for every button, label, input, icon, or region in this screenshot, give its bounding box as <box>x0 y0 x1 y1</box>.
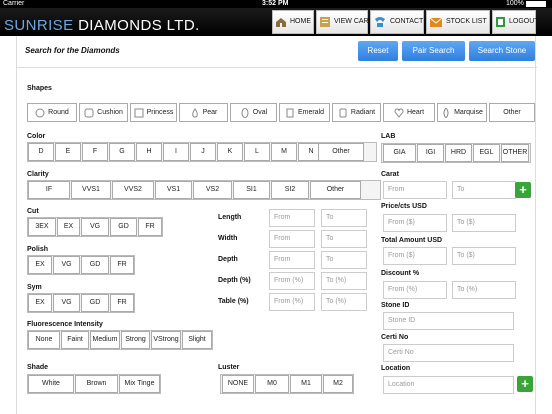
location-input[interactable]: Location <box>383 376 514 394</box>
measure-label-3: Depth (%) <box>218 277 251 284</box>
certi-no-input[interactable]: Certi No <box>383 344 514 362</box>
nav-contact-label: CONTACT <box>390 18 424 25</box>
measure-label-4: Table (%) <box>218 298 249 305</box>
lab-option-0[interactable]: GIA <box>383 144 416 162</box>
total-amount-label: Total Amount USD <box>381 237 443 244</box>
luster-label: Luster <box>218 364 240 371</box>
search-stone-button[interactable]: Search Stone <box>469 41 535 61</box>
lab-options: GIA IGI HRD EGL OTHER <box>17 144 537 162</box>
carat-label: Carat <box>381 171 399 178</box>
brand-name: SUNRISE <box>4 17 74 34</box>
shape-option-9[interactable]: Other <box>489 103 535 122</box>
price-label: Price/cts USD <box>381 203 427 210</box>
shade-label: Shade <box>27 364 49 371</box>
contact-icon <box>375 17 385 27</box>
lab-option-4[interactable]: OTHER <box>501 144 529 162</box>
lab-option-2[interactable]: HRD <box>445 144 472 162</box>
nav-contact[interactable]: CONTACT <box>370 10 424 34</box>
total-from-input[interactable]: From ($) <box>383 247 447 265</box>
battery-icon <box>526 1 546 7</box>
measure-to-input-4[interactable]: To (%) <box>321 293 367 311</box>
measure-label-1: Width <box>218 235 238 242</box>
logout-icon <box>496 17 505 27</box>
search-panel: Search for the Diamonds Reset Pair Searc… <box>16 36 537 414</box>
luster-option-0[interactable]: NONE <box>222 375 254 393</box>
carat-from-input[interactable]: From <box>383 181 447 199</box>
measure-from-input-4[interactable]: From (%) <box>269 293 315 311</box>
nav-view-cart[interactable]: VIEW CART <box>316 10 373 34</box>
measure-to-input-2[interactable]: To <box>321 251 367 269</box>
luster-option-2[interactable]: M1 <box>290 375 322 393</box>
battery-percent: 100% <box>506 0 524 7</box>
total-to-input[interactable]: To ($) <box>452 247 516 265</box>
carrier-label: Carrier <box>3 0 25 7</box>
pair-search-button[interactable]: Pair Search <box>402 41 465 61</box>
discount-from-input[interactable]: From (%) <box>383 281 447 299</box>
measurements-section: Length From To Width From To Depth From To Depth … <box>17 36 377 336</box>
plus-icon: + <box>519 182 527 197</box>
measure-from-input-0[interactable]: From <box>269 209 315 227</box>
clock: 3:52 PM <box>262 0 289 7</box>
measure-to-input-1[interactable]: To <box>321 230 367 248</box>
luster-option-1[interactable]: M0 <box>255 375 289 393</box>
marquise-shape-icon <box>443 107 449 118</box>
measure-from-input-2[interactable]: From <box>269 251 315 269</box>
discount-to-input[interactable]: To (%) <box>452 281 516 299</box>
measure-label-0: Length <box>218 214 242 221</box>
shape-option-label: Heart <box>406 109 425 116</box>
lab-option-1[interactable]: IGI <box>417 144 444 162</box>
nav-home[interactable]: HOME <box>272 10 314 34</box>
lab-option-3[interactable]: EGL <box>473 144 500 162</box>
measure-to-input-3[interactable]: To (%) <box>321 272 367 290</box>
status-bar: Carrier 3:52 PM 100% <box>0 0 552 8</box>
stone-id-label: Stone ID <box>381 302 410 309</box>
cart-icon <box>320 17 330 27</box>
measure-from-input-1[interactable]: From <box>269 230 315 248</box>
shape-option-label: Marquise <box>454 109 483 116</box>
location-label: Location <box>381 365 411 372</box>
home-icon <box>276 17 286 27</box>
brand-logo: SUNRISE DIAMONDS LTD. <box>4 18 200 34</box>
measure-from-input-3[interactable]: From (%) <box>269 272 315 290</box>
nav-cart-label: VIEW CART <box>334 18 373 25</box>
nav-logout[interactable]: LOGOUT <box>492 10 539 34</box>
heart-shape-icon <box>394 107 404 118</box>
discount-label: Discount % <box>381 270 420 277</box>
stone-id-input[interactable]: Stone ID <box>383 312 514 330</box>
shape-option-8[interactable]: Marquise <box>437 103 487 122</box>
add-carat-button[interactable]: + <box>515 182 531 198</box>
plus-icon: + <box>521 376 529 391</box>
shape-option-label: Other <box>503 109 521 116</box>
price-from-input[interactable]: From ($) <box>383 214 447 232</box>
lab-label: LAB <box>381 133 396 140</box>
measure-to-input-0[interactable]: To <box>321 209 367 227</box>
brand-rest: DIAMONDS LTD. <box>78 17 200 34</box>
carat-to-input[interactable]: To <box>452 181 516 199</box>
measure-label-2: Depth <box>218 256 238 263</box>
luster-options: NONE M0 M1 M2 <box>17 375 377 393</box>
nav-logout-label: LOGOUT <box>509 18 539 25</box>
shape-option-7[interactable]: Heart <box>383 103 435 122</box>
app-header: SUNRISE DIAMONDS LTD. HOME VIEW CART CON… <box>0 8 552 36</box>
nav-home-label: HOME <box>290 18 311 25</box>
luster-option-3[interactable]: M2 <box>323 375 353 393</box>
envelope-icon <box>429 17 443 27</box>
certi-no-label: Certi No <box>381 334 409 341</box>
nav-stock-list[interactable]: STOCK LIST <box>426 10 490 34</box>
add-location-button[interactable]: + <box>517 376 533 392</box>
price-to-input[interactable]: To ($) <box>452 214 516 232</box>
nav-stock-label: STOCK LIST <box>446 18 487 25</box>
